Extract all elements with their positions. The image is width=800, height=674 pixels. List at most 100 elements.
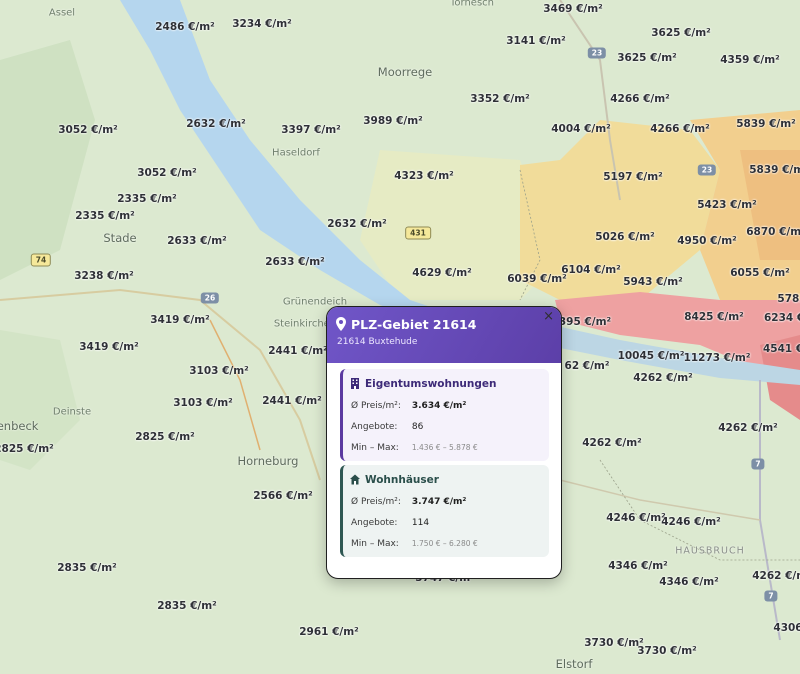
price-label: 395 €/m² xyxy=(558,316,612,328)
apartments-card: Eigentumswohnungen Ø Preis/m²: 3.634 €/m… xyxy=(340,369,549,461)
price-label: 5839 €/m² xyxy=(736,118,796,130)
price-label: 2335 €/m² xyxy=(75,210,135,222)
price-label: 5026 €/m² xyxy=(595,231,655,243)
place-label: Tornesch xyxy=(450,0,494,9)
price-label: 4323 €/m² xyxy=(394,170,454,182)
popup-title: PLZ-Gebiet 21614 xyxy=(351,317,477,332)
price-label: 4262 €/m² xyxy=(633,372,693,384)
price-label: 2825 €/m² xyxy=(0,443,54,455)
price-label: 4266 €/m² xyxy=(650,123,710,135)
road-shield: 7 xyxy=(751,458,765,470)
price-label: 3052 €/m² xyxy=(58,124,118,136)
apartments-title: Eigentumswohnungen xyxy=(365,378,497,390)
offers-value: 86 xyxy=(411,422,424,432)
price-label: 3419 €/m² xyxy=(79,341,139,353)
place-label: HAUSBRUCH xyxy=(675,545,745,557)
price-label: 2632 €/m² xyxy=(186,118,246,130)
price-label: 2632 €/m² xyxy=(327,218,387,230)
place-label: Horneburg xyxy=(237,454,299,468)
price-label: 3397 €/m² xyxy=(281,124,341,136)
price-label: 3625 €/m² xyxy=(617,52,677,64)
offers-label: Angebote: xyxy=(351,518,398,528)
place-label: Stade xyxy=(103,231,137,245)
price-label: 3469 €/m² xyxy=(543,3,603,15)
price-label: 4266 €/m² xyxy=(610,93,670,105)
range-label: Min – Max: xyxy=(351,443,399,453)
price-label: 4306 xyxy=(773,622,800,634)
price-label: 2566 €/m² xyxy=(253,490,313,502)
price-label: 5943 €/m² xyxy=(623,276,683,288)
houses-offers-row: Angebote: 114 xyxy=(351,518,429,528)
price-label: 2825 €/m² xyxy=(135,431,195,443)
price-label: Ø Preis/m²: xyxy=(351,401,401,411)
houses-card: Wohnhäuser Ø Preis/m²: 3.747 €/m² Angebo… xyxy=(340,465,549,557)
popup-subtitle: 21614 Buxtehude xyxy=(337,337,418,347)
price-label: 3103 €/m² xyxy=(173,397,233,409)
price-label: 2835 €/m² xyxy=(57,562,117,574)
place-label: Elstorf xyxy=(555,657,593,671)
price-label: 11273 €/m² xyxy=(683,352,751,364)
price-label: 2835 €/m² xyxy=(157,600,217,612)
price-label: 2633 €/m² xyxy=(167,235,227,247)
price-label: 4950 €/m² xyxy=(677,235,737,247)
popup-header: PLZ-Gebiet 21614 21614 Buxtehude × xyxy=(327,307,561,363)
apartments-range-row: Min – Max: 1.436 € – 5.878 € xyxy=(351,443,478,453)
price-label: 5197 €/m² xyxy=(603,171,663,183)
price-label: 10045 €/m² xyxy=(617,350,685,362)
close-icon[interactable]: × xyxy=(543,309,554,324)
map-canvas[interactable]: Assel Moorrege Haseldorf Stade Grünendeich St… xyxy=(0,0,800,674)
price-label: 6039 €/m² xyxy=(507,273,567,285)
place-label: lenbeck xyxy=(0,419,39,433)
price-label: 4246 €/m² xyxy=(606,512,666,524)
price-label: 2335 €/m² xyxy=(117,193,177,205)
price-label: 3730 €/m² xyxy=(637,645,697,657)
road-shield: 23 xyxy=(587,47,607,59)
price-label: 6055 €/m² xyxy=(730,267,790,279)
houses-price-row: Ø Preis/m²: 3.747 €/m² xyxy=(351,497,466,507)
building-icon xyxy=(351,378,359,389)
price-value: 3.634 €/m² xyxy=(411,401,467,411)
price-label: 2633 €/m² xyxy=(265,256,325,268)
place-label: Haseldorf xyxy=(272,147,320,159)
price-label: 3352 €/m² xyxy=(470,93,530,105)
price-label: 3419 €/m² xyxy=(150,314,210,326)
map-pin-icon xyxy=(336,317,346,331)
price-label: Ø Preis/m²: xyxy=(351,497,401,507)
houses-title: Wohnhäuser xyxy=(365,474,439,486)
price-label: 4346 €/m² xyxy=(608,560,668,572)
price-label: 3141 €/m² xyxy=(506,35,566,47)
price-label: 4262 €/m² xyxy=(752,570,800,582)
price-label: 8425 €/m² xyxy=(684,311,744,323)
price-label: 5783 xyxy=(777,293,800,305)
road-shield: 74 xyxy=(30,253,52,267)
price-label: 3234 €/m² xyxy=(232,18,292,30)
price-label: 3103 €/m² xyxy=(189,365,249,377)
range-value: 1.436 € – 5.878 € xyxy=(411,443,478,452)
price-label: 2441 €/m² xyxy=(268,345,328,357)
apartments-price-row: Ø Preis/m²: 3.634 €/m² xyxy=(351,401,466,411)
price-label: 4004 €/m² xyxy=(551,123,611,135)
price-label: 2961 €/m² xyxy=(299,626,359,638)
price-label: 3989 €/m² xyxy=(363,115,423,127)
price-label: 4541 €/ xyxy=(762,343,800,355)
road-shield: 7 xyxy=(764,590,778,602)
price-label: 3238 €/m² xyxy=(74,270,134,282)
price-label: 4262 €/m² xyxy=(582,437,642,449)
price-label: 62 €/m² xyxy=(564,360,610,372)
price-label: 4246 €/m² xyxy=(661,516,721,528)
plz-popup[interactable]: PLZ-Gebiet 21614 21614 Buxtehude × Eigen… xyxy=(326,306,562,579)
price-label: 3730 €/m² xyxy=(584,637,644,649)
house-icon xyxy=(350,474,360,485)
price-label: 3625 €/m² xyxy=(651,27,711,39)
price-label: 4262 €/m² xyxy=(718,422,778,434)
price-label: 2441 €/m² xyxy=(262,395,322,407)
place-label: Moorrege xyxy=(377,65,433,79)
price-value: 3.747 €/m² xyxy=(411,497,467,507)
range-label: Min – Max: xyxy=(351,539,399,549)
price-label: 4359 €/m² xyxy=(720,54,780,66)
price-label: 5423 €/m² xyxy=(697,199,757,211)
price-label: 6234 €/ xyxy=(763,312,800,324)
offers-value: 114 xyxy=(411,518,430,528)
road-shield: 431 xyxy=(405,226,431,240)
price-label: 2486 €/m² xyxy=(155,21,215,33)
